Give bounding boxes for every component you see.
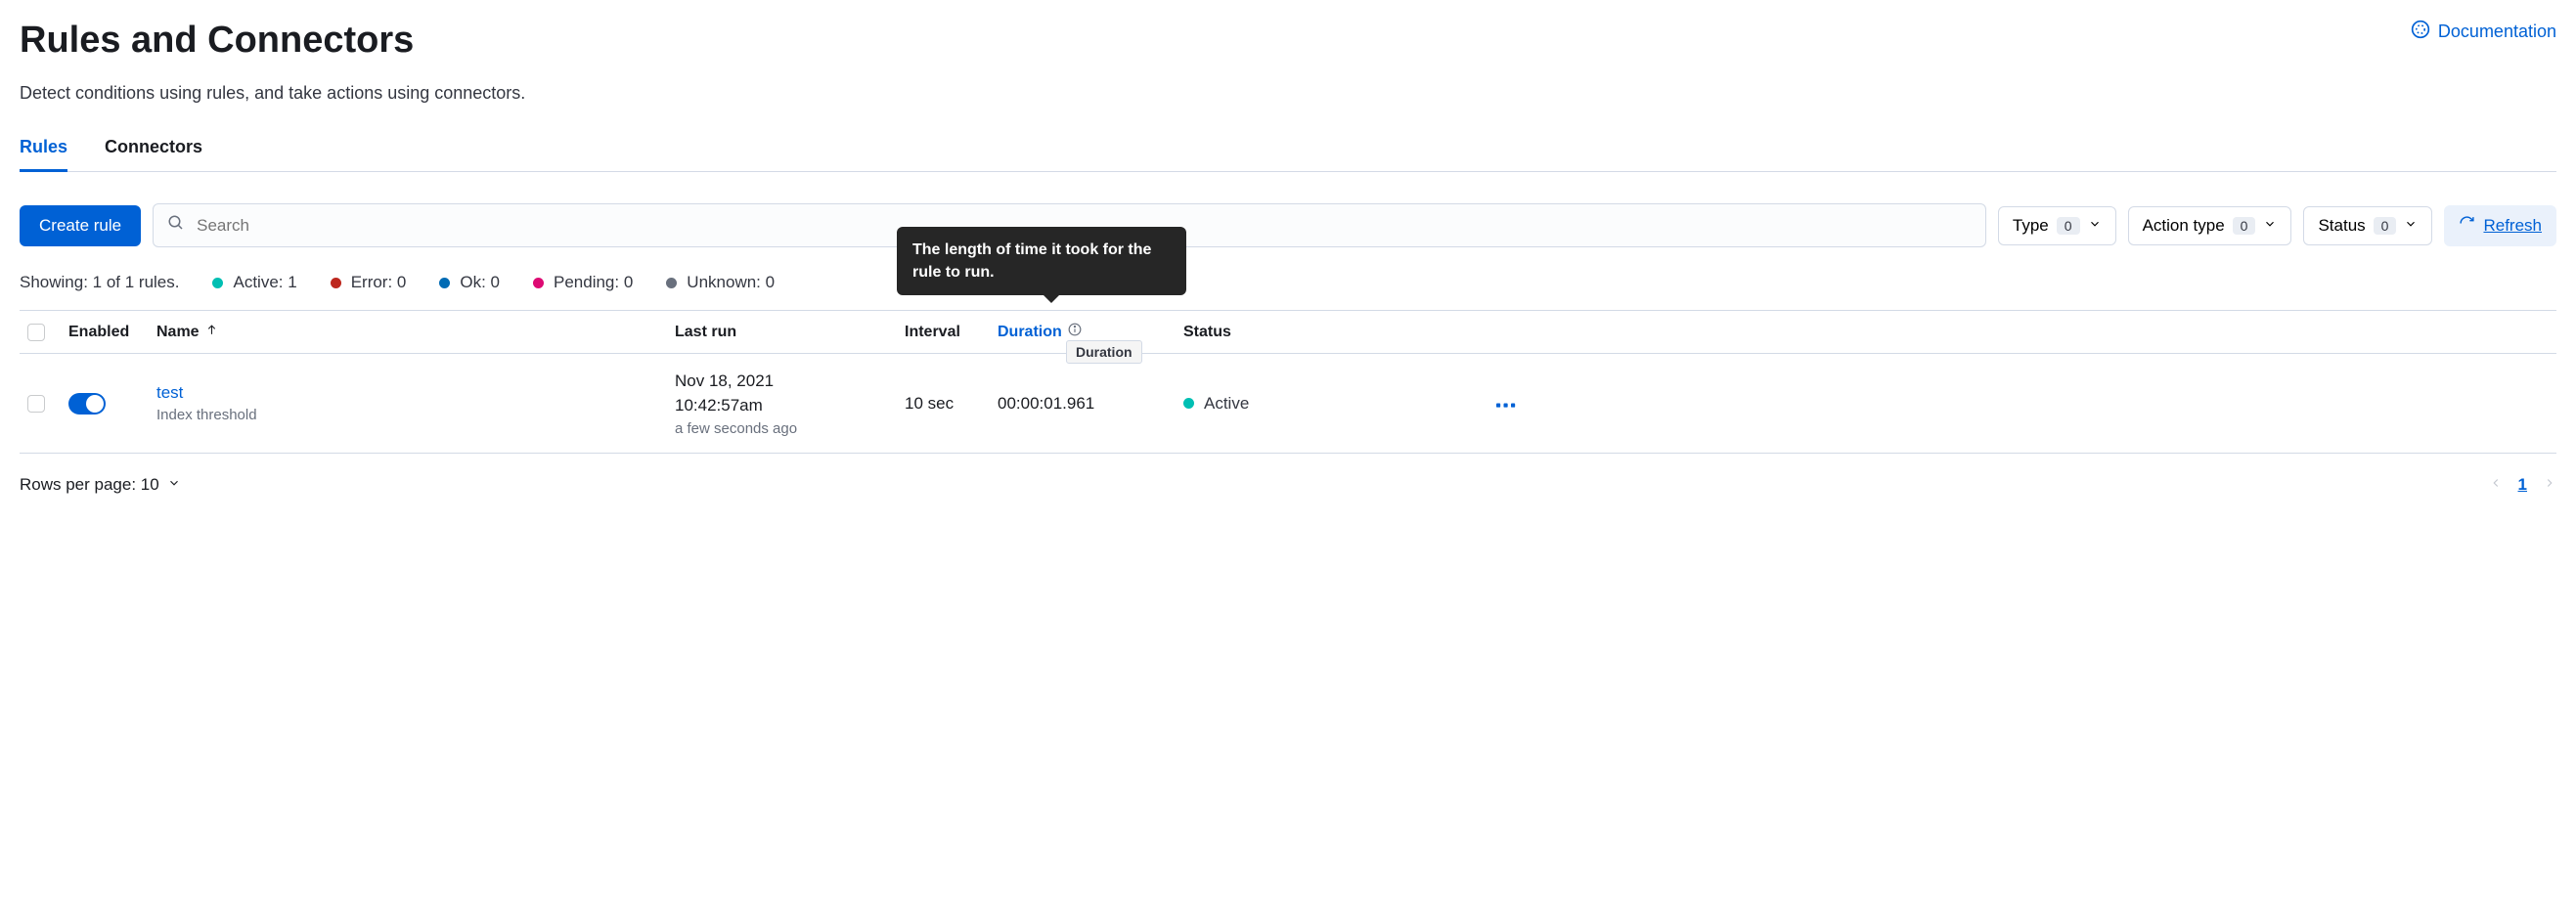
th-last-run: Last run [675,324,905,341]
rows-per-page[interactable]: Rows per page: 10 [20,475,181,495]
page-current[interactable]: 1 [2518,475,2527,495]
tab-rules[interactable]: Rules [20,137,67,172]
th-name[interactable]: Name [156,324,675,341]
th-enabled: Enabled [68,324,156,341]
dot-gray-icon [666,278,677,288]
refresh-button[interactable]: Refresh [2444,205,2556,246]
status-error: Error: 0 [331,273,407,292]
status-bar: Showing: 1 of 1 rules. Active: 1 Error: … [20,273,2556,292]
status-ok: Ok: 0 [439,273,500,292]
status-unknown: Unknown: 0 [666,273,775,292]
rpp-label: Rows per page: 10 [20,475,159,495]
dot-green-icon [1183,398,1194,409]
filter-status[interactable]: Status 0 [2303,206,2432,245]
chevron-down-icon [2263,216,2277,236]
pagination: 1 [2489,475,2556,495]
select-all-checkbox[interactable] [27,324,45,341]
dot-blue-icon [439,278,450,288]
filter-status-count: 0 [2374,217,2397,235]
rule-type: Index threshold [156,407,675,423]
dot-red-icon [331,278,341,288]
documentation-label: Documentation [2438,22,2556,42]
refresh-label: Refresh [2483,216,2542,236]
th-interval: Interval [905,324,998,341]
status-active: Active: 1 [212,273,296,292]
chevron-down-icon [2404,216,2418,236]
filter-status-label: Status [2318,216,2365,236]
row-checkbox[interactable] [27,395,45,413]
tabs: Rules Connectors [20,137,2556,172]
refresh-icon [2459,215,2475,237]
filter-type-label: Type [2013,216,2049,236]
table-row: test Index threshold Nov 18, 2021 10:42:… [20,354,2556,454]
status-pending: Pending: 0 [533,273,633,292]
info-icon [1068,323,1082,341]
dot-green-icon [212,278,223,288]
th-duration-label: Duration [998,324,1062,341]
duration-title-tip: Duration [1066,340,1142,364]
row-status-label: Active [1204,394,1249,414]
last-run-time: 10:42:57am [675,394,905,418]
help-icon [2411,20,2430,44]
row-interval: 10 sec [905,394,998,414]
row-status: Active [1183,394,1457,414]
chevron-left-icon [2489,475,2503,494]
filter-action-type-label: Action type [2143,216,2225,236]
status-showing: Showing: 1 of 1 rules. [20,273,179,292]
chevron-down-icon [167,475,181,495]
filter-action-type[interactable]: Action type 0 [2128,206,2292,245]
more-icon [1496,393,1516,413]
create-rule-button[interactable]: Create rule [20,205,141,246]
table-header: Enabled Name Last run Interval Duration … [20,311,2556,354]
sort-asc-icon [205,324,218,341]
tab-connectors[interactable]: Connectors [105,137,202,171]
page-subtitle: Detect conditions using rules, and take … [20,83,2556,104]
table-footer: Rows per page: 10 1 [20,475,2556,495]
documentation-link[interactable]: Documentation [2411,20,2556,44]
filter-type[interactable]: Type 0 [1998,206,2116,245]
row-duration: 00:00:01.961 [998,394,1183,414]
chevron-right-icon [2543,475,2556,494]
row-actions-button[interactable] [1457,393,1516,414]
rule-name-link[interactable]: test [156,383,675,403]
last-run-ago: a few seconds ago [675,420,905,437]
rules-table: Enabled Name Last run Interval Duration … [20,310,2556,454]
th-duration[interactable]: Duration [998,323,1183,341]
last-run-date: Nov 18, 2021 [675,370,905,394]
toolbar: Create rule Type 0 Action type 0 Status … [20,203,2556,247]
th-status: Status [1183,324,1457,341]
dot-pink-icon [533,278,544,288]
filter-type-count: 0 [2057,217,2080,235]
duration-tooltip: The length of time it took for the rule … [897,227,1186,295]
filter-action-type-count: 0 [2233,217,2256,235]
page-next[interactable] [2543,475,2556,495]
th-name-label: Name [156,324,200,341]
enabled-toggle[interactable] [68,393,106,415]
page-title: Rules and Connectors [20,20,414,62]
chevron-down-icon [2088,216,2102,236]
search-icon [167,214,197,237]
page-prev[interactable] [2489,475,2503,495]
